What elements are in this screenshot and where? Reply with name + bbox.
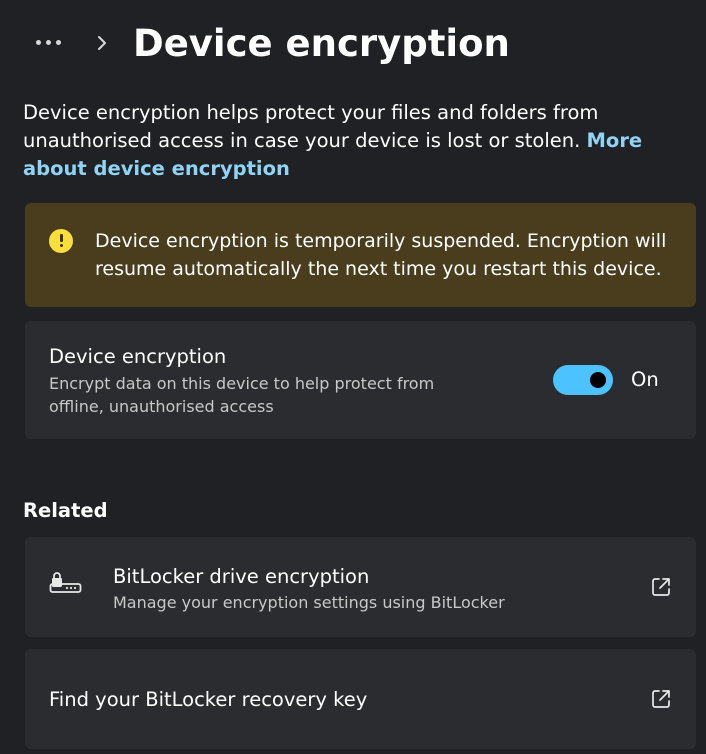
- recovery-key-title: Find your BitLocker recovery key: [49, 688, 368, 711]
- bitlocker-lock-icon: [49, 572, 82, 593]
- page-title: Device encryption: [133, 22, 510, 65]
- device-encryption-description: Encrypt data on this device to help prot…: [49, 374, 435, 416]
- device-encryption-toggle[interactable]: [553, 365, 613, 395]
- device-encryption-title: Device encryption: [49, 345, 227, 368]
- related-item-bitlocker[interactable]: BitLocker drive encryption Manage your e…: [25, 537, 696, 637]
- related-item-recovery-key[interactable]: Find your BitLocker recovery key: [25, 649, 696, 749]
- toggle-state-label: On: [631, 368, 659, 391]
- warning-banner: Device encryption is temporarily suspend…: [25, 203, 696, 307]
- intro-paragraph: Device encryption helps protect your fil…: [23, 99, 703, 183]
- chevron-right-icon: [98, 36, 106, 50]
- warning-icon: [49, 229, 73, 253]
- warning-text: Device encryption is temporarily suspend…: [95, 230, 667, 280]
- more-icon[interactable]: [26, 28, 70, 56]
- header-bar: Device encryption: [0, 0, 706, 88]
- bitlocker-title: BitLocker drive encryption: [113, 565, 370, 588]
- bitlocker-description: Manage your encryption settings using Bi…: [113, 593, 505, 612]
- open-external-icon[interactable]: [650, 576, 672, 598]
- open-external-icon[interactable]: [650, 688, 672, 710]
- toggle-knob: [590, 372, 606, 388]
- device-encryption-card: Device encryption Encrypt data on this d…: [25, 321, 696, 439]
- related-heading: Related: [23, 499, 108, 522]
- intro-text: Device encryption helps protect your fil…: [23, 101, 599, 152]
